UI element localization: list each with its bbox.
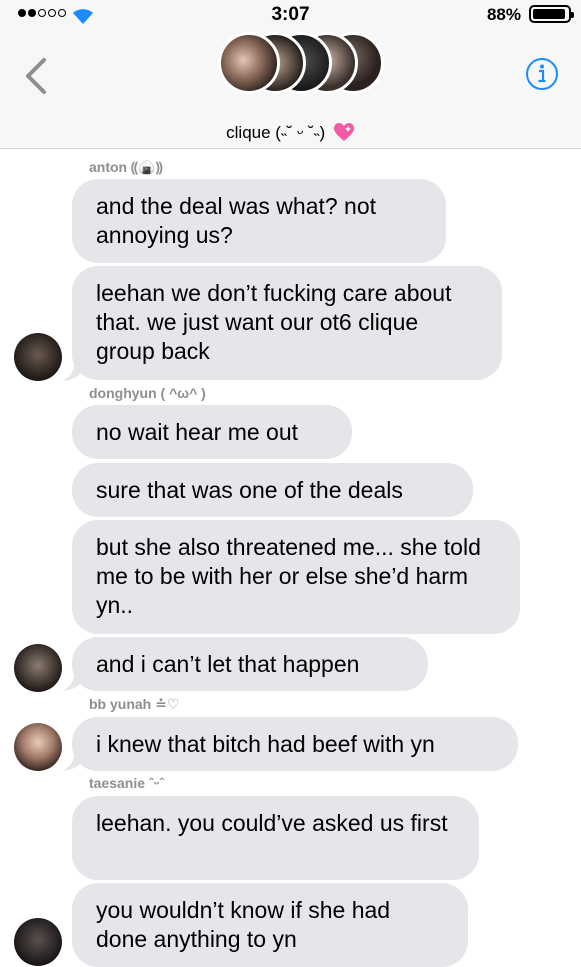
message-text: you wouldn’t know if she had done anythi… bbox=[96, 897, 391, 952]
group-avatars[interactable] bbox=[218, 32, 388, 98]
back-button[interactable] bbox=[20, 56, 54, 96]
message-text: no wait hear me out bbox=[96, 419, 299, 445]
message-bubble[interactable]: no wait hear me out bbox=[72, 405, 352, 459]
message-bubble[interactable]: i knew that bitch had beef with yn bbox=[72, 717, 518, 771]
conversation-title-text: clique (˵˘ ᵕ ˘˵) bbox=[226, 123, 326, 142]
message-bubble[interactable]: you wouldn’t know if she had done anythi… bbox=[72, 883, 468, 967]
sender-avatar[interactable] bbox=[14, 333, 62, 381]
message-bubble[interactable]: and the deal was what? not annoying us? bbox=[72, 179, 446, 263]
sender-name: bb yunah ≐♡ bbox=[89, 696, 180, 712]
group-avatar bbox=[218, 32, 280, 94]
message-text: leehan we don’t fucking care about that.… bbox=[96, 280, 452, 364]
message-bubble[interactable]: but she also threatened me... she told m… bbox=[72, 520, 520, 634]
battery-icon bbox=[529, 5, 574, 23]
message-bubble[interactable]: sure that was one of the deals bbox=[72, 463, 473, 517]
message-text: but she also threatened me... she told m… bbox=[96, 534, 481, 618]
sender-name: anton ⸨🍙⸩ bbox=[89, 159, 163, 175]
status-bar: 3:07 88% bbox=[0, 0, 581, 28]
info-button[interactable] bbox=[525, 57, 559, 91]
message-text: i knew that bitch had beef with yn bbox=[96, 731, 435, 757]
message-bubble[interactable]: and i can’t let that happen bbox=[72, 637, 428, 691]
message-bubble[interactable]: leehan. you could’ve asked us first bbox=[72, 796, 479, 880]
battery-percentage: 88% bbox=[486, 5, 521, 24]
sparkling-heart-icon bbox=[333, 123, 354, 141]
bubble-tail bbox=[62, 754, 86, 771]
sender-avatar[interactable] bbox=[14, 918, 62, 966]
sender-name: donghyun ( ^ω^ ) bbox=[89, 385, 206, 401]
message-text: leehan. you could’ve asked us first bbox=[96, 810, 448, 836]
message-text: sure that was one of the deals bbox=[96, 477, 403, 503]
sender-avatar[interactable] bbox=[14, 644, 62, 692]
bubble-tail bbox=[62, 364, 86, 381]
conversation-title[interactable]: clique (˵˘ ᵕ ˘˵) bbox=[0, 122, 581, 143]
bubble-tail bbox=[62, 674, 86, 691]
message-bubble[interactable]: leehan we don’t fucking care about that.… bbox=[72, 266, 502, 380]
sender-avatar[interactable] bbox=[14, 723, 62, 771]
message-text: and the deal was what? not annoying us? bbox=[96, 193, 377, 248]
conversation-header: clique (˵˘ ᵕ ˘˵) bbox=[0, 28, 581, 149]
message-text: and i can’t let that happen bbox=[96, 651, 360, 677]
sender-name: taesanie ˆᵕˆ bbox=[89, 775, 164, 791]
